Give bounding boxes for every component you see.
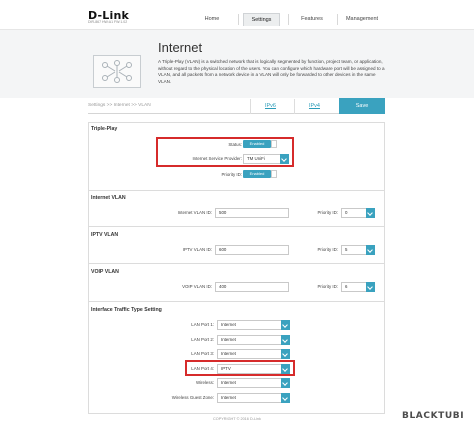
voip-priority-id-label: Priority ID:: [317, 284, 339, 289]
priority-id-toggle[interactable]: Enabled: [243, 170, 271, 178]
breadcrumb: Settings >> Internet >> VLAN: [88, 103, 151, 108]
divider: [88, 226, 385, 227]
wireless-select[interactable]: Internet: [217, 378, 290, 388]
iptv-vlan-id-input[interactable]: 600: [215, 245, 289, 255]
lan-port-1-label: LAN Port 1:: [191, 322, 214, 327]
section-title-iptv-vlan: IPTV VLAN: [91, 232, 119, 238]
internet-priority-id-label: Priority ID:: [317, 210, 339, 215]
nav-separator: [337, 14, 338, 25]
nav-home[interactable]: Home: [196, 13, 228, 26]
chevron-down-icon: [281, 320, 290, 330]
iptv-priority-select[interactable]: 5: [341, 245, 375, 255]
tab-ipv6[interactable]: IPv6: [250, 99, 290, 114]
nav-separator: [288, 14, 289, 25]
network-diagram-icon: [93, 55, 141, 88]
lan-port-1-select[interactable]: Internet: [217, 320, 290, 330]
lan-port-3-value: Internet: [221, 351, 236, 356]
iptv-vlan-id-label: IPTV VLAN ID:: [182, 247, 212, 252]
voip-vlan-id-label: VOIP VLAN ID:: [182, 284, 212, 289]
watermark: BLACKTUBI: [402, 411, 465, 421]
chevron-down-icon: [281, 378, 290, 388]
nav-separator: [238, 14, 239, 25]
nav-management[interactable]: Management: [342, 13, 382, 26]
chevron-down-icon: [366, 282, 375, 292]
chevron-down-icon: [366, 245, 375, 255]
chevron-down-icon: [281, 335, 290, 345]
highlight-box: [156, 137, 294, 167]
lan-port-1-value: Internet: [221, 322, 236, 327]
divider: [88, 190, 385, 191]
model-info: DIR-867 HW:A1 FW:1.02: [88, 20, 128, 24]
tab-ipv4[interactable]: IPv4: [294, 99, 334, 114]
internet-priority-select-value: 0: [345, 210, 348, 215]
divider: [88, 301, 385, 302]
divider: [88, 263, 385, 264]
chevron-down-icon: [281, 393, 290, 403]
lan-port-3-label: LAN Port 3:: [191, 351, 214, 356]
save-button[interactable]: Save: [339, 98, 385, 114]
wireless-value: Internet: [221, 380, 236, 385]
iptv-priority-id-label: Priority ID:: [317, 247, 339, 252]
section-title-voip-vlan: VOIP VLAN: [91, 269, 119, 275]
lan-port-2-value: Internet: [221, 337, 236, 342]
highlight-box: [185, 360, 295, 376]
internet-vlan-id-input[interactable]: 500: [215, 208, 289, 218]
internet-priority-select[interactable]: 0: [341, 208, 375, 218]
chevron-down-icon: [281, 349, 290, 359]
voip-priority-select[interactable]: 6: [341, 282, 375, 292]
voip-vlan-id-input[interactable]: 400: [215, 282, 289, 292]
lan-port-2-label: LAN Port 2:: [191, 337, 214, 342]
priority-id-toggle-knob: [271, 170, 277, 178]
page-description: A Triple-Play (VLAN) is a switched netwo…: [158, 59, 385, 84]
wireless-label: Wireless:: [195, 380, 214, 385]
top-bar: D-Link DIR-867 HW:A1 FW:1.02 Home Settin…: [0, 0, 474, 30]
priority-id-label: Priority ID:: [221, 172, 243, 177]
wireless-guest-zone-value: Internet: [221, 395, 236, 400]
page-title: Internet: [158, 40, 203, 55]
section-title-triple-play: Triple-Play: [91, 126, 118, 132]
internet-vlan-id-label: Internet VLAN ID:: [177, 210, 212, 215]
wireless-guest-zone-label: Wireless Guest Zone:: [171, 395, 214, 400]
voip-priority-select-value: 6: [345, 284, 348, 289]
iptv-priority-select-value: 5: [345, 247, 348, 252]
lan-port-3-select[interactable]: Internet: [217, 349, 290, 359]
nav-features[interactable]: Features: [294, 13, 330, 26]
chevron-down-icon: [366, 208, 375, 218]
section-title-internet-vlan: Internet VLAN: [91, 195, 126, 201]
nav-settings[interactable]: Settings: [243, 13, 280, 26]
section-title-traffic-type: Interface Traffic Type Setting: [91, 307, 162, 313]
lan-port-2-select[interactable]: Internet: [217, 335, 290, 345]
wireless-guest-zone-select[interactable]: Internet: [217, 393, 290, 403]
